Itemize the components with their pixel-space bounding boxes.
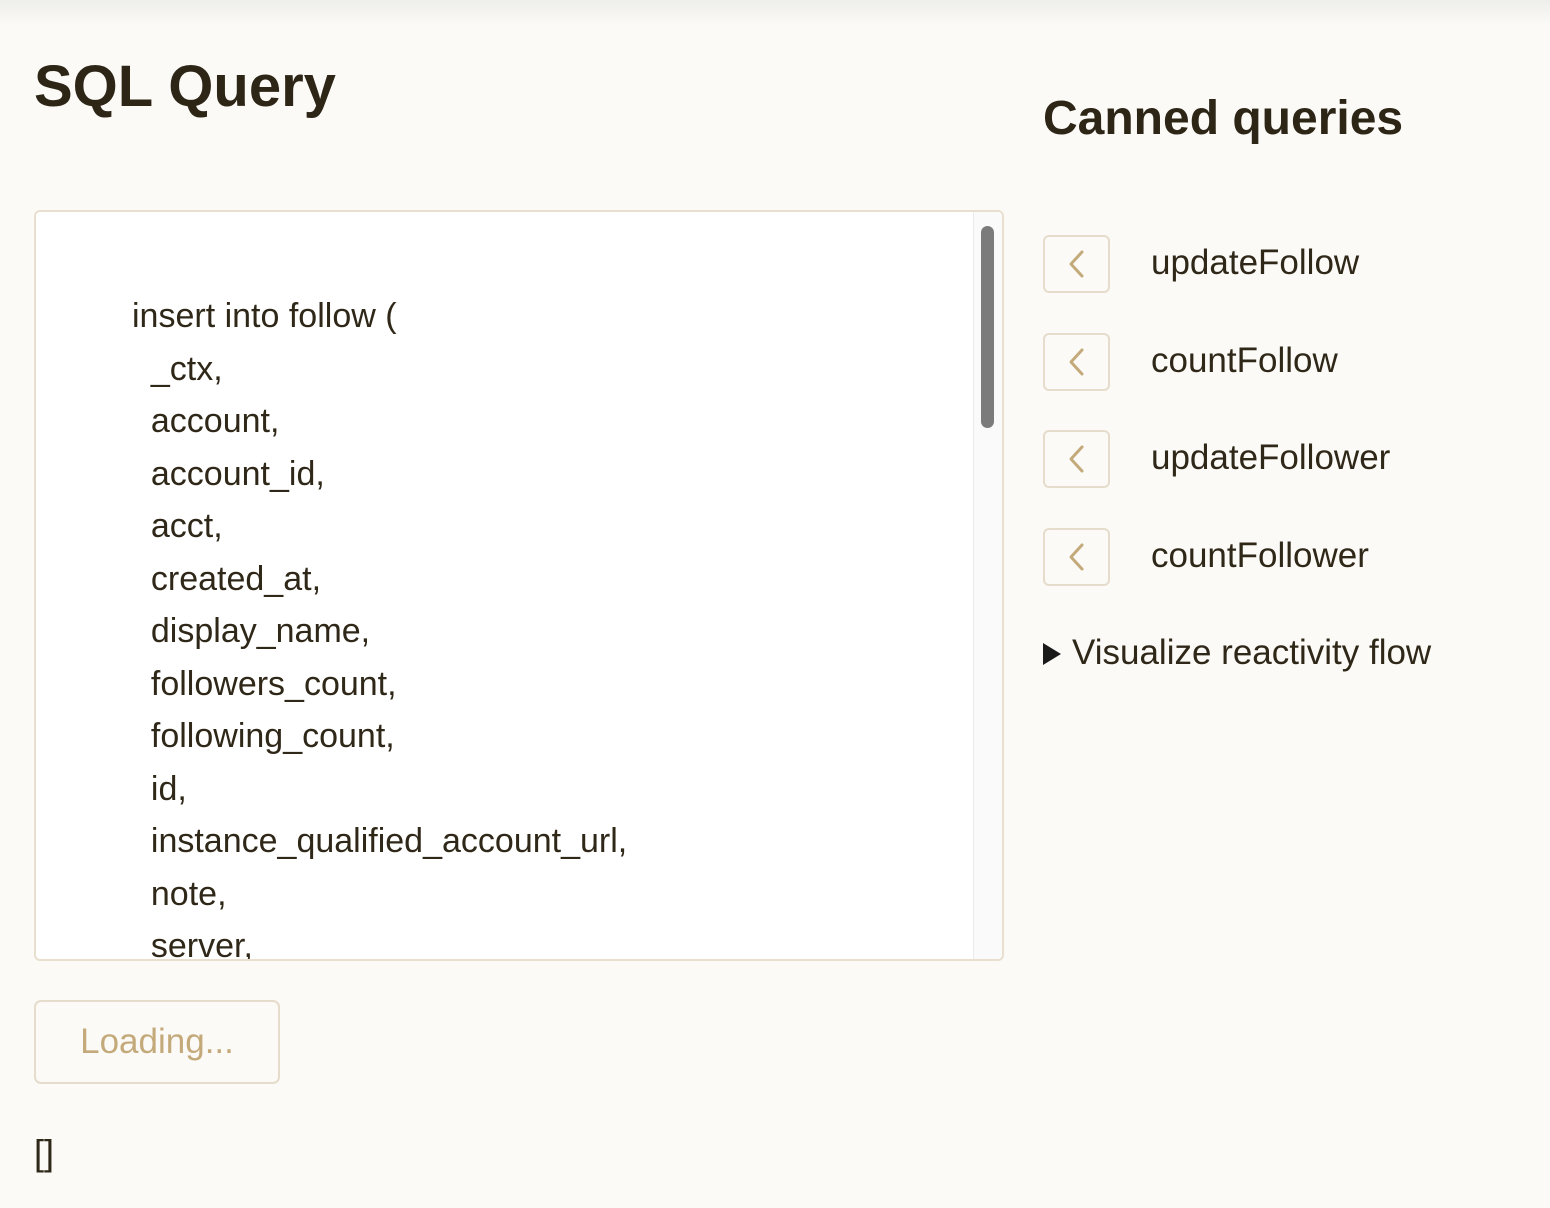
scrollbar-thumb[interactable] — [981, 226, 994, 428]
top-shadow — [0, 0, 1550, 26]
visualize-reactivity-toggle[interactable]: Visualize reactivity flow — [1043, 630, 1431, 676]
query-result: [] — [34, 1132, 55, 1173]
canned-queries-title: Canned queries — [1043, 92, 1404, 145]
sql-editor[interactable]: insert into follow ( _ctx, account, acco… — [34, 210, 1004, 961]
chevron-left-icon — [1069, 348, 1083, 375]
sql-code[interactable]: insert into follow ( _ctx, account, acco… — [132, 290, 627, 959]
chevron-left-icon — [1069, 543, 1083, 570]
chevron-left-icon — [1069, 445, 1083, 473]
load-query-button[interactable] — [1043, 332, 1110, 391]
load-query-button[interactable] — [1043, 527, 1110, 586]
editor-scrollbar[interactable] — [973, 212, 1002, 959]
page-title: SQL Query — [34, 54, 336, 119]
canned-query-name: countFollow — [1151, 340, 1338, 380]
load-query-button[interactable] — [1043, 235, 1110, 293]
disclosure-triangle-icon — [1043, 643, 1061, 665]
canned-query-name: updateFollow — [1151, 243, 1360, 282]
load-query-button[interactable] — [1043, 430, 1110, 488]
canned-query-name: updateFollower — [1151, 438, 1391, 477]
chevron-left-icon — [1069, 250, 1083, 278]
visualize-reactivity-label: Visualize reactivity flow — [1072, 633, 1432, 672]
canned-query-name: countFollower — [1151, 535, 1369, 575]
run-query-button[interactable]: Loading... — [34, 1000, 280, 1084]
